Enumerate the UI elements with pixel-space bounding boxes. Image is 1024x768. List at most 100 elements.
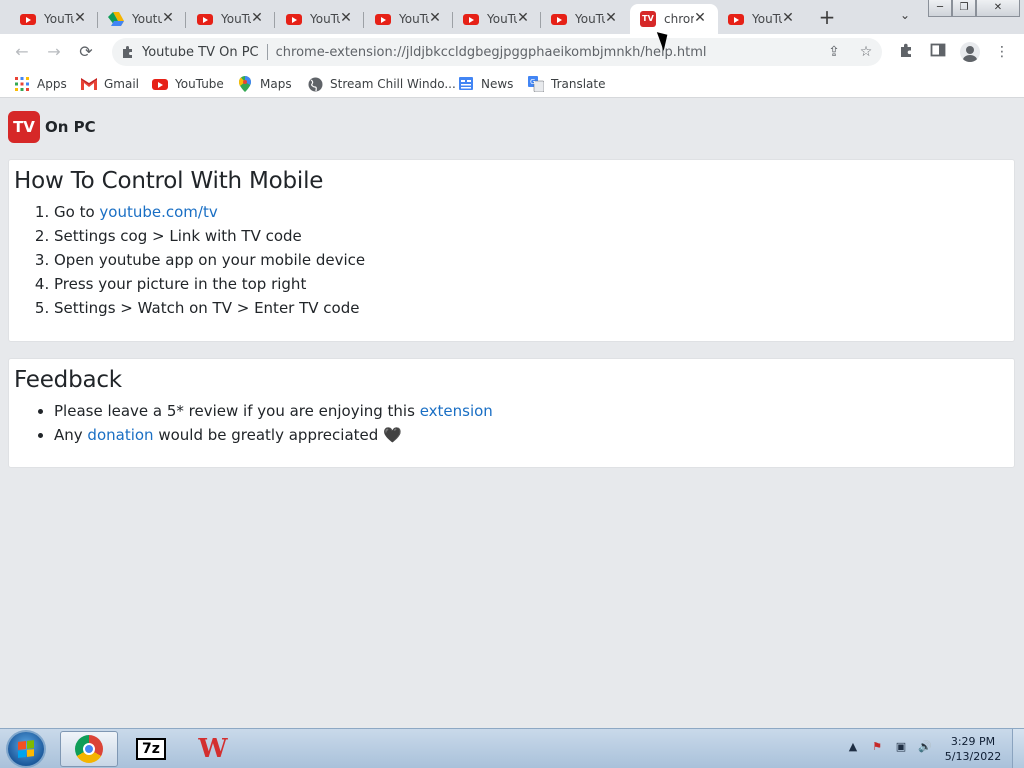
windows-taskbar: 7z W ▲ ⚑ ▣ 🔊 3:29 PM 5/13/2022 — [0, 728, 1024, 768]
youtube-icon — [375, 11, 391, 27]
globe-icon — [307, 76, 323, 92]
tab-title: YouTube — [487, 12, 517, 26]
mobile-control-card: How To Control With Mobile Go to youtube… — [8, 159, 1015, 342]
url-text[interactable]: chrome-extension://jldjbkccldgbegjpggpha… — [276, 45, 707, 60]
tab[interactable]: YouTube ✕ — [541, 4, 629, 34]
brand-header: TV On PC — [8, 111, 96, 143]
bookmark-apps[interactable]: Apps — [14, 76, 67, 92]
close-icon[interactable]: ✕ — [427, 10, 443, 26]
tab-title: YouTube — [44, 12, 74, 26]
tab[interactable]: Youtube TV ✕ — [98, 4, 186, 34]
bookmark-label: YouTube — [175, 77, 224, 91]
new-tab-button[interactable]: + — [815, 6, 839, 28]
clock-date: 5/13/2022 — [944, 750, 1002, 763]
donation-link[interactable]: donation — [87, 426, 153, 444]
tab-title: Youtube TV — [132, 12, 162, 26]
tab[interactable]: YouTube ✕ — [453, 4, 541, 34]
tab-title: chrome-extension — [664, 12, 694, 26]
network-icon[interactable]: ▣ — [893, 739, 909, 755]
extension-link[interactable]: extension — [420, 402, 493, 420]
taskbar-wps[interactable]: W — [184, 731, 242, 767]
taskbar-7zip[interactable]: 7z — [122, 731, 180, 767]
profile-avatar[interactable] — [960, 42, 980, 62]
feedback-card: Feedback Please leave a 5* review if you… — [8, 358, 1015, 468]
list-item: Please leave a 5* review if you are enjo… — [54, 399, 1014, 423]
bookmark-gmail[interactable]: Gmail — [81, 76, 139, 92]
close-window-button[interactable]: ✕ — [976, 0, 1020, 17]
close-icon[interactable]: ✕ — [603, 10, 619, 26]
list-item: Go to youtube.com/tv — [54, 200, 1014, 224]
bookmark-label: Stream Chill Windo... — [330, 77, 456, 91]
tab-title: YouTube — [399, 12, 429, 26]
steps-list: Go to youtube.com/tv Settings cog > Link… — [54, 200, 1014, 320]
youtube-icon — [197, 11, 213, 27]
tab[interactable]: YouTube ✕ — [10, 4, 98, 34]
youtube-icon — [463, 11, 479, 27]
youtube-icon — [551, 11, 567, 27]
extension-icon[interactable] — [120, 44, 136, 60]
page-content: TV On PC How To Control With Mobile Go t… — [0, 99, 1024, 728]
back-button[interactable]: ← — [10, 40, 34, 64]
clock-time: 3:29 PM — [950, 735, 996, 748]
address-bar[interactable]: Youtube TV On PC chrome-extension://jldj… — [112, 38, 882, 66]
svg-text:G: G — [530, 78, 535, 86]
tv-icon: TV — [640, 11, 656, 27]
clock[interactable]: 3:29 PM 5/13/2022 — [940, 734, 1006, 764]
close-icon[interactable]: ✕ — [338, 10, 354, 26]
restore-button[interactable]: ❐ — [952, 0, 976, 17]
list-item: Settings cog > Link with TV code — [54, 224, 1014, 248]
close-icon[interactable]: ✕ — [692, 10, 708, 26]
taskbar-chrome[interactable] — [60, 731, 118, 767]
tab-search-button[interactable]: ⌄ — [895, 8, 915, 26]
share-icon[interactable]: ⇪ — [824, 42, 844, 62]
close-icon[interactable]: ✕ — [72, 10, 88, 26]
windows-logo-icon — [18, 740, 34, 758]
tab-title: YouTube — [310, 12, 340, 26]
bookmark-maps[interactable]: Maps — [237, 76, 292, 92]
bookmark-news[interactable]: News — [458, 76, 513, 92]
browser-toolbar: ← → ⟳ Youtube TV On PC chrome-extension:… — [0, 34, 1024, 70]
side-panel-icon[interactable] — [928, 42, 948, 62]
close-icon[interactable]: ✕ — [160, 10, 176, 26]
forward-button[interactable]: → — [42, 40, 66, 64]
extensions-icon[interactable] — [896, 42, 916, 62]
volume-icon[interactable]: 🔊 — [917, 739, 933, 755]
7zip-icon: 7z — [136, 738, 166, 760]
bookmark-stream-chill[interactable]: Stream Chill Windo... — [307, 76, 456, 92]
tab-title: YouTube — [575, 12, 605, 26]
bookmark-translate[interactable]: G Translate — [528, 76, 606, 92]
tab[interactable]: YouTube ✕ — [187, 4, 275, 34]
translate-icon: G — [528, 76, 544, 92]
tab[interactable]: YouTube ✕ — [276, 4, 364, 34]
bookmark-youtube[interactable]: YouTube — [152, 76, 224, 92]
close-icon[interactable]: ✕ — [515, 10, 531, 26]
list-item: Open youtube app on your mobile device — [54, 248, 1014, 272]
action-center-flag-icon[interactable]: ⚑ — [869, 739, 885, 755]
list-item: Press your picture in the top right — [54, 272, 1014, 296]
show-hidden-icons[interactable]: ▲ — [845, 739, 861, 755]
youtube-tv-link[interactable]: youtube.com/tv — [99, 203, 217, 221]
start-button[interactable] — [6, 730, 46, 768]
list-item: Settings > Watch on TV > Enter TV code — [54, 296, 1014, 320]
brand-name: On PC — [45, 118, 96, 136]
menu-icon[interactable]: ⋮ — [992, 42, 1012, 62]
minimize-button[interactable]: ─ — [928, 0, 952, 17]
close-icon[interactable]: ✕ — [249, 10, 265, 26]
bookmark-label: Apps — [37, 77, 67, 91]
bookmark-label: News — [481, 77, 514, 91]
bookmarks-bar: Apps Gmail YouTube Maps Stream Chill Win… — [0, 70, 1024, 98]
list-item: Any donation would be greatly appreciate… — [54, 423, 1014, 447]
tab[interactable]: YouTube ✕ — [718, 4, 806, 34]
star-icon[interactable]: ☆ — [856, 42, 876, 62]
reload-button[interactable]: ⟳ — [74, 40, 98, 64]
chrome-icon — [75, 735, 103, 763]
close-icon[interactable]: ✕ — [780, 10, 796, 26]
feedback-list: Please leave a 5* review if you are enjo… — [54, 399, 1014, 447]
bookmark-label: Maps — [260, 77, 292, 91]
tab[interactable]: YouTube ✕ — [365, 4, 453, 34]
youtube-icon — [152, 76, 168, 92]
show-desktop-button[interactable] — [1012, 729, 1024, 768]
bookmark-label: Translate — [551, 77, 606, 91]
tab-title: YouTube — [221, 12, 251, 26]
tab-active[interactable]: TV chrome-extension ✕ — [630, 4, 718, 34]
